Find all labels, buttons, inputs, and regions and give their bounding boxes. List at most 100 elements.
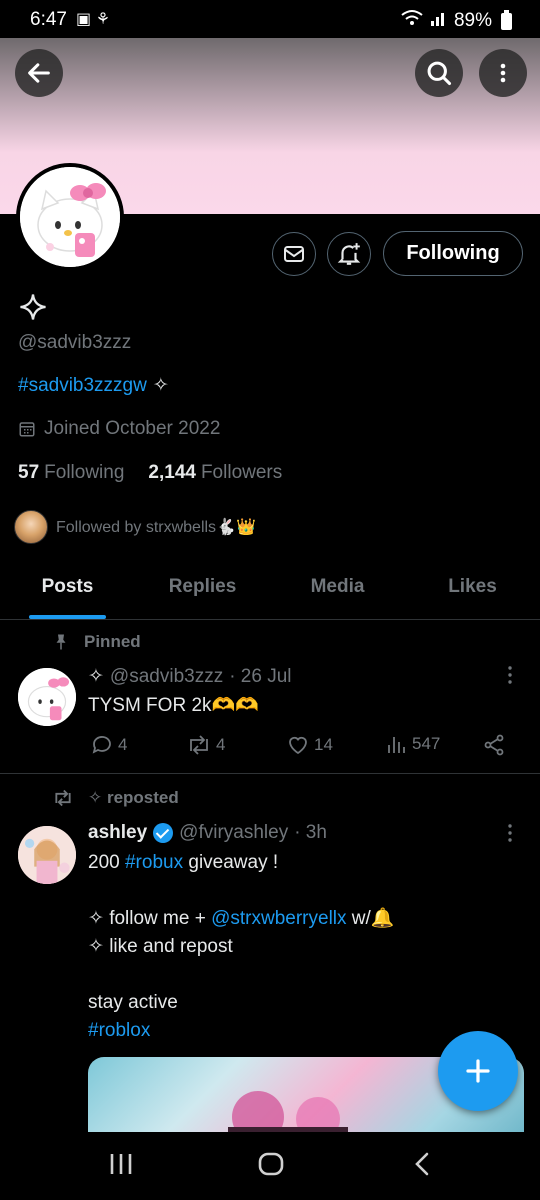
battery-percent: 89% [453,10,492,31]
profile-handle: @sadvib3zzz [18,332,132,353]
tweet-line: stay active [88,992,178,1013]
tweet-author-name[interactable]: ✧ [88,665,104,688]
reply-action[interactable]: 4 [90,733,127,757]
hashtag-link[interactable]: #robux [125,852,183,873]
home-icon [258,1152,284,1176]
text-segment: 200 [88,852,125,873]
system-nav-bar [0,1132,540,1200]
like-count: 14 [314,735,333,754]
tweet-handle[interactable]: @fviryashley [179,822,288,844]
tweet-divider [0,773,540,774]
hello-kitty-avatar-image [18,668,76,726]
tab-media[interactable]: Media [270,562,405,619]
status-bar: 6:47 ▣ ⚘ 89% [0,0,540,38]
tweet-more-button[interactable] [502,665,518,691]
hashtag-link[interactable]: #roblox [88,1017,394,1045]
search-button[interactable] [415,49,463,97]
followers-stat[interactable]: 2,144 Followers [148,462,282,484]
joined-date: Joined October 2022 [18,418,220,440]
following-label: Following [44,462,125,483]
text-segment: giveaway ! [183,852,279,873]
more-options-button[interactable] [479,49,527,97]
search-icon [427,61,452,86]
vertical-dots-icon [508,666,512,684]
following-stat[interactable]: 57 Following [18,462,124,484]
display-name [18,292,48,327]
tweet-time: · 3h [294,822,327,843]
status-time: 6:47 [30,9,67,30]
views-action[interactable]: 547 [386,733,440,755]
tweet-more-button[interactable] [502,823,518,849]
follower-avatar [14,510,48,544]
mention-link[interactable]: @strxwberryellx [211,908,346,929]
tweet-author-name[interactable]: ashley [88,822,147,844]
compose-button[interactable] [438,1031,518,1111]
following-count: 57 [18,462,40,483]
like-action[interactable]: 14 [286,733,333,757]
tweet-avatar[interactable] [18,826,76,884]
bio-hashtag[interactable]: #sadvib3zzzgw [18,375,147,397]
reply-icon [92,736,111,754]
back-nav-button[interactable] [410,1150,434,1183]
hello-kitty-avatar-image [20,167,120,267]
vertical-dots-icon [508,824,512,842]
following-button[interactable]: Following [383,231,523,276]
notification-icons: ▣ ⚘ [76,11,110,28]
bio-sparkle: ✧ [152,375,169,396]
plus-icon [466,1059,490,1083]
profile-avatar[interactable] [16,163,124,271]
tweet-handle[interactable]: @sadvib3zzz [110,666,223,688]
status-right: 89% [400,9,512,33]
tweet-header: ashley @fviryashley · 3h [88,822,327,844]
tweet-actions: 4 4 14 547 [90,733,510,761]
bell-plus-icon [337,243,361,265]
tab-likes[interactable]: Likes [405,562,540,619]
text-segment: w/🔔 [346,908,395,929]
tab-replies[interactable]: Replies [135,562,270,619]
home-button[interactable] [257,1150,285,1183]
signal-icon [430,10,448,32]
message-button[interactable] [272,232,316,276]
chevron-left-icon [415,1152,429,1176]
profile-bio: #sadvib3zzzgw ✧ [18,374,169,397]
repost-icon [55,789,71,807]
notifications-button[interactable] [327,232,371,276]
envelope-icon [284,246,304,262]
share-action[interactable] [482,733,506,757]
tweet-line: 200 #robux giveaway ! [88,849,394,877]
ashley-avatar-image [18,826,76,884]
followed-by-row[interactable]: Followed by strxwbells🐇👑 [14,510,256,544]
verified-badge-icon [153,823,174,843]
pinned-label-row: Pinned [52,632,141,652]
repost-action[interactable]: 4 [186,733,225,757]
pin-icon [56,634,66,650]
calendar-icon [19,422,35,437]
tweet-line: ✧ follow me + @strxwberryellx w/🔔 [88,905,394,933]
reposted-label-row: ✧ reposted [52,788,179,808]
followers-count: 2,144 [148,462,196,483]
wifi-icon [400,9,424,33]
tweet-time: · 26 Jul [229,665,292,687]
reposted-label[interactable]: ✧ reposted [88,788,179,808]
reply-count: 4 [118,735,128,754]
bar-chart-icon [388,737,405,753]
tweet-avatar[interactable] [18,668,76,726]
followers-label: Followers [200,462,283,483]
repost-icon [190,735,208,755]
views-count: 547 [412,734,441,753]
sparkle-icon [20,294,46,320]
tab-posts[interactable]: Posts [0,562,135,619]
tweet-line: ✧ like and repost [88,936,233,957]
follow-stats: 57 Following 2,144 Followers [18,462,282,484]
recent-apps-button[interactable] [108,1150,134,1183]
repost-count: 4 [216,735,226,754]
vertical-dots-icon [500,63,506,83]
pinned-label: Pinned [84,632,141,651]
arrow-left-icon [28,63,50,83]
followed-by-text: Followed by strxwbells🐇👑 [56,519,256,536]
tweet-text: 200 #robux giveaway ! ✧ follow me + @str… [88,849,394,1045]
text-segment: ✧ follow me + [88,908,212,929]
back-button[interactable] [15,49,63,97]
